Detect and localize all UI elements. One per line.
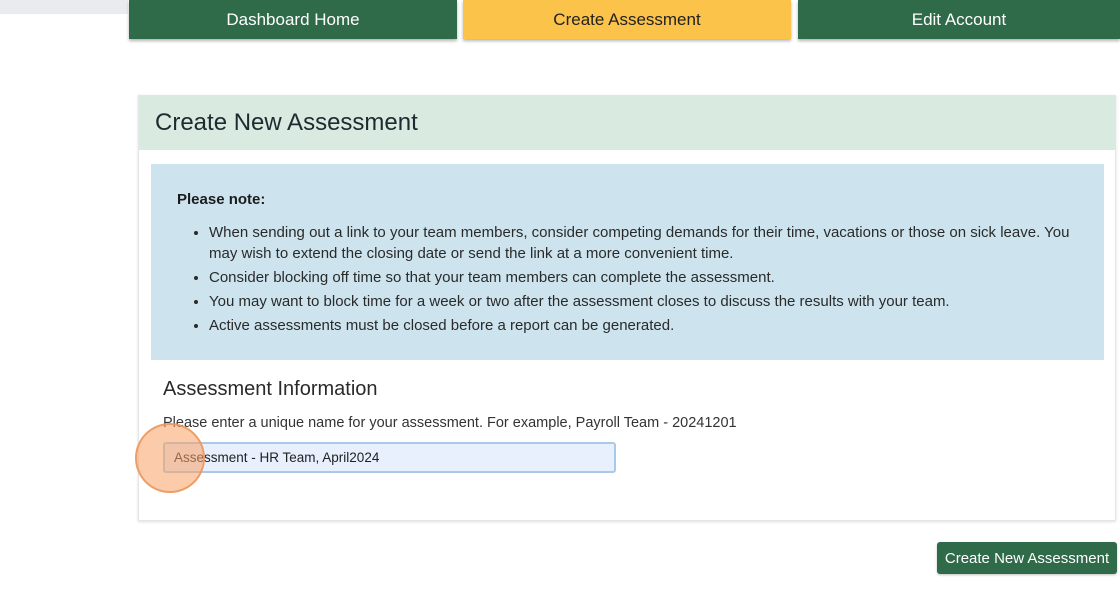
tab-create-assessment[interactable]: Create Assessment — [463, 0, 791, 39]
top-left-strip — [0, 0, 128, 14]
note-item: Active assessments must be closed before… — [209, 315, 1078, 336]
create-new-assessment-button[interactable]: Create New Assessment — [937, 542, 1117, 574]
card-header: Create New Assessment — [139, 96, 1115, 150]
note-heading: Please note: — [177, 191, 266, 208]
create-assessment-card: Create New Assessment Please note: When … — [138, 95, 1116, 521]
note-item: You may want to block time for a week or… — [209, 291, 1078, 312]
note-item: Consider blocking off time so that your … — [209, 267, 1078, 288]
section-title: Assessment Information — [163, 378, 378, 400]
tab-dashboard-home[interactable]: Dashboard Home — [129, 0, 457, 39]
page-title: Create New Assessment — [155, 109, 418, 136]
note-list: When sending out a link to your team mem… — [177, 222, 1078, 336]
tab-edit-account[interactable]: Edit Account — [798, 0, 1120, 39]
name-instruction: Please enter a unique name for your asse… — [163, 415, 737, 431]
note-box: Please note: When sending out a link to … — [151, 164, 1104, 360]
assessment-name-input[interactable] — [163, 442, 616, 473]
note-item: When sending out a link to your team mem… — [209, 222, 1078, 264]
